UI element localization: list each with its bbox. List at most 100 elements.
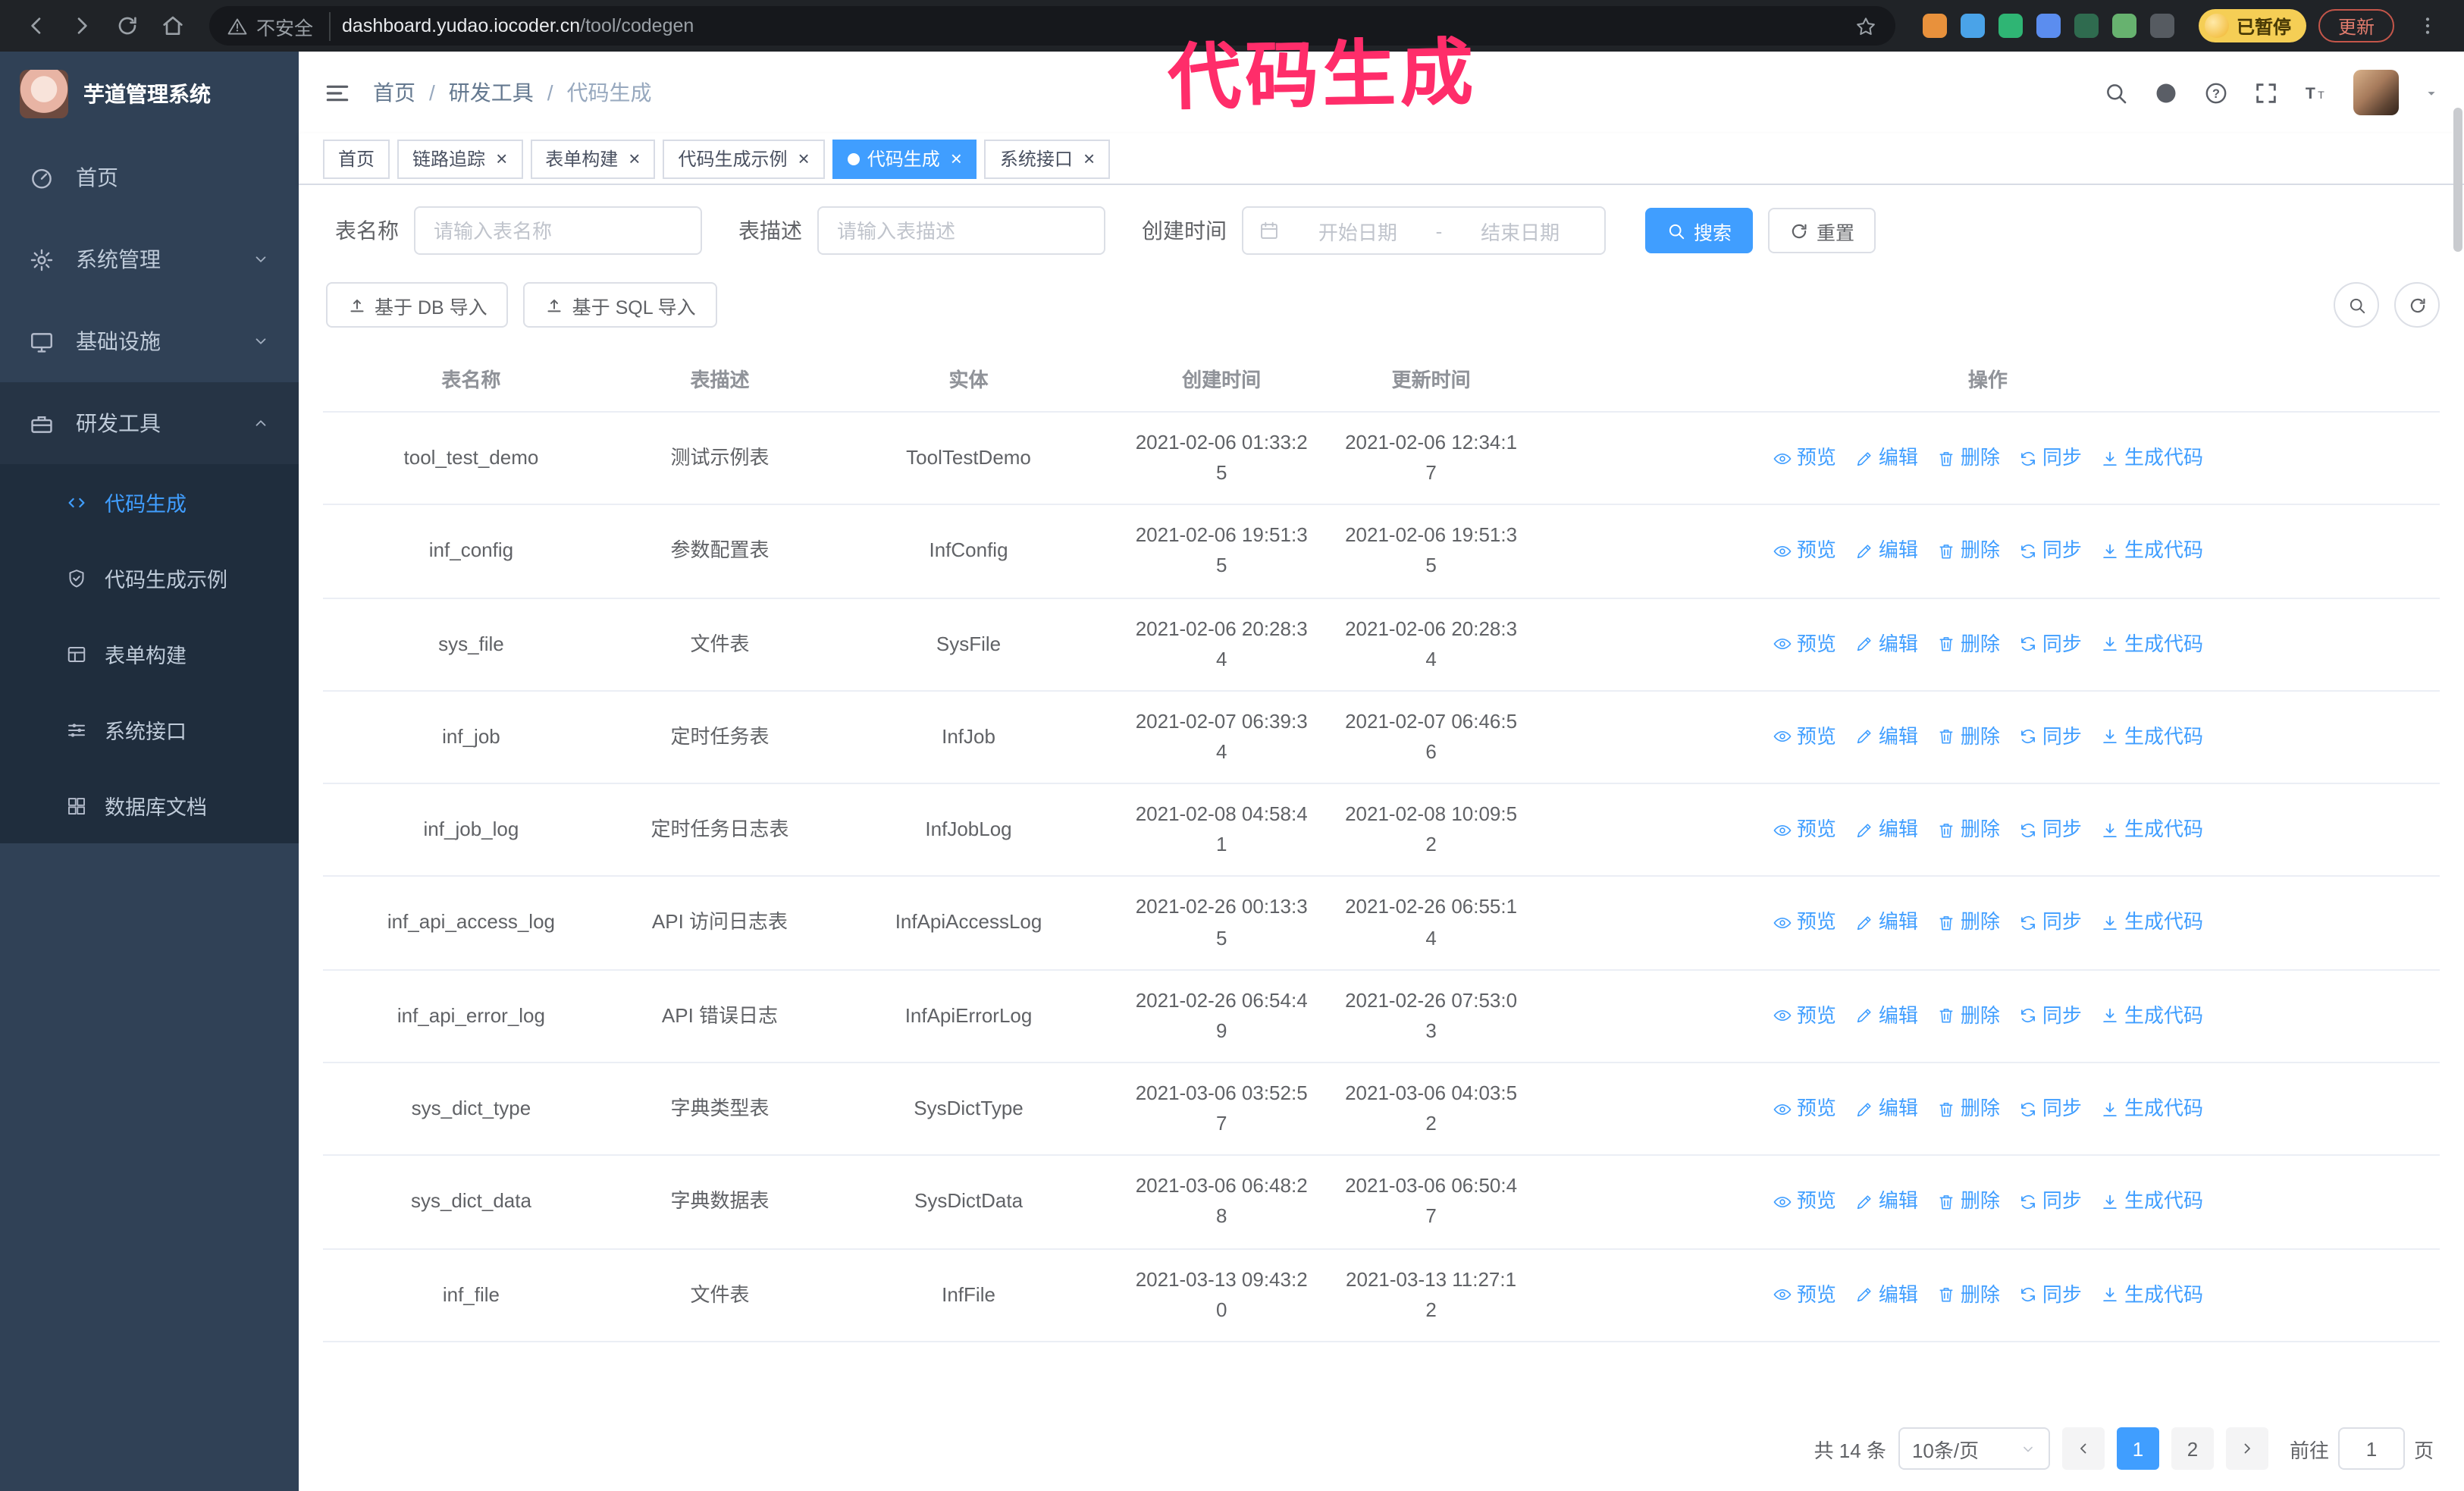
table-name-input[interactable] bbox=[414, 206, 702, 255]
sidebar-toggle-icon[interactable] bbox=[323, 78, 352, 107]
action-edit[interactable]: 编辑 bbox=[1854, 629, 1918, 659]
ext-dark-green-icon[interactable] bbox=[2074, 14, 2099, 38]
page-button-1[interactable]: 1 bbox=[2116, 1427, 2159, 1470]
ext-blue-drop-icon[interactable] bbox=[1960, 14, 1985, 38]
action-generate[interactable]: 生成代码 bbox=[2100, 722, 2203, 752]
user-avatar[interactable] bbox=[2353, 70, 2399, 115]
action-delete[interactable]: 删除 bbox=[1936, 629, 2000, 659]
refresh-table-button[interactable] bbox=[2394, 282, 2440, 328]
action-delete[interactable]: 删除 bbox=[1936, 722, 2000, 752]
tab-codegen[interactable]: 代码生成 × bbox=[832, 139, 977, 178]
page-size-select[interactable]: 10条/页 bbox=[1898, 1427, 2050, 1470]
action-sync[interactable]: 同步 bbox=[2018, 722, 2082, 752]
action-edit[interactable]: 编辑 bbox=[1854, 1001, 1918, 1031]
action-generate[interactable]: 生成代码 bbox=[2100, 1187, 2203, 1217]
breadcrumb-item[interactable]: 首页 bbox=[373, 77, 415, 108]
action-delete[interactable]: 删除 bbox=[1936, 1001, 2000, 1031]
prev-page-button[interactable] bbox=[2061, 1427, 2105, 1470]
ext-green-leaf-icon[interactable] bbox=[2111, 14, 2136, 38]
import-sql-button[interactable]: 基于 SQL 导入 bbox=[523, 282, 717, 328]
page-button-2[interactable]: 2 bbox=[2171, 1427, 2214, 1470]
action-sync[interactable]: 同步 bbox=[2018, 815, 2082, 845]
scrollbar-thumb[interactable] bbox=[2453, 108, 2462, 252]
action-delete[interactable]: 删除 bbox=[1936, 1094, 2000, 1124]
sidebar-item-home[interactable]: 首页 bbox=[0, 137, 299, 218]
browser-home-icon[interactable] bbox=[152, 5, 194, 47]
action-edit[interactable]: 编辑 bbox=[1854, 443, 1918, 473]
ext-puzzle-icon[interactable] bbox=[2149, 14, 2174, 38]
tab-home[interactable]: 首页 bbox=[323, 139, 390, 178]
action-sync[interactable]: 同步 bbox=[2018, 443, 2082, 473]
avatar-caret-icon[interactable] bbox=[2423, 84, 2440, 101]
browser-back-icon[interactable] bbox=[15, 5, 58, 47]
browser-reload-icon[interactable] bbox=[106, 5, 149, 47]
github-icon[interactable] bbox=[2153, 80, 2179, 105]
sidebar-item-form-build[interactable]: 表单构建 bbox=[0, 616, 299, 692]
action-preview[interactable]: 预览 bbox=[1773, 536, 1836, 567]
action-sync[interactable]: 同步 bbox=[2018, 1094, 2082, 1124]
action-delete[interactable]: 删除 bbox=[1936, 443, 2000, 473]
action-preview[interactable]: 预览 bbox=[1773, 1187, 1836, 1217]
create-time-range-picker[interactable]: 开始日期 - 结束日期 bbox=[1242, 206, 1606, 255]
address-bar[interactable]: 不安全 dashboard.yudao.iocoder.cn/tool/code… bbox=[209, 6, 1895, 46]
tab-close-icon[interactable]: × bbox=[951, 149, 962, 168]
action-edit[interactable]: 编辑 bbox=[1854, 722, 1918, 752]
sidebar-item-db-doc[interactable]: 数据库文档 bbox=[0, 767, 299, 843]
action-preview[interactable]: 预览 bbox=[1773, 722, 1836, 752]
action-edit[interactable]: 编辑 bbox=[1854, 1094, 1918, 1124]
bookmark-star-icon[interactable] bbox=[1854, 14, 1877, 37]
font-size-icon[interactable] bbox=[2303, 80, 2329, 105]
browser-update-button[interactable]: 更新 bbox=[2318, 9, 2394, 42]
action-sync[interactable]: 同步 bbox=[2018, 1187, 2082, 1217]
action-generate[interactable]: 生成代码 bbox=[2100, 1001, 2203, 1031]
action-generate[interactable]: 生成代码 bbox=[2100, 1279, 2203, 1310]
reset-button[interactable]: 重置 bbox=[1768, 208, 1876, 253]
toggle-search-button[interactable] bbox=[2334, 282, 2379, 328]
action-sync[interactable]: 同步 bbox=[2018, 1279, 2082, 1310]
action-delete[interactable]: 删除 bbox=[1936, 1187, 2000, 1217]
action-generate[interactable]: 生成代码 bbox=[2100, 443, 2203, 473]
browser-menu-icon[interactable] bbox=[2406, 5, 2449, 47]
action-preview[interactable]: 预览 bbox=[1773, 1001, 1836, 1031]
action-generate[interactable]: 生成代码 bbox=[2100, 1094, 2203, 1124]
ext-green-check-icon[interactable] bbox=[1998, 14, 2023, 38]
action-preview[interactable]: 预览 bbox=[1773, 1279, 1836, 1310]
fullscreen-icon[interactable] bbox=[2253, 80, 2279, 105]
action-sync[interactable]: 同步 bbox=[2018, 1001, 2082, 1031]
tab-tracer[interactable]: 链路追踪 × bbox=[397, 139, 523, 178]
tab-api[interactable]: 系统接口 × bbox=[984, 139, 1111, 178]
action-generate[interactable]: 生成代码 bbox=[2100, 629, 2203, 659]
tab-close-icon[interactable]: × bbox=[798, 149, 810, 168]
tab-close-icon[interactable]: × bbox=[496, 149, 507, 168]
action-preview[interactable]: 预览 bbox=[1773, 629, 1836, 659]
page-scrollbar[interactable] bbox=[2452, 103, 2464, 1491]
security-chip[interactable]: 不安全 bbox=[227, 11, 331, 40]
goto-page-input[interactable] bbox=[2337, 1427, 2405, 1470]
action-generate[interactable]: 生成代码 bbox=[2100, 815, 2203, 845]
search-button[interactable]: 搜索 bbox=[1645, 208, 1754, 253]
sidebar-item-infrastructure[interactable]: 基础设施 bbox=[0, 300, 299, 382]
action-preview[interactable]: 预览 bbox=[1773, 908, 1836, 938]
sidebar-item-system-manage[interactable]: 系统管理 bbox=[0, 218, 299, 300]
action-delete[interactable]: 删除 bbox=[1936, 815, 2000, 845]
sidebar-item-codegen[interactable]: 代码生成 bbox=[0, 464, 299, 540]
import-db-button[interactable]: 基于 DB 导入 bbox=[326, 282, 509, 328]
ext-blue-people-icon[interactable] bbox=[2036, 14, 2061, 38]
sidebar-item-api[interactable]: 系统接口 bbox=[0, 692, 299, 767]
header-search-icon[interactable] bbox=[2103, 80, 2129, 105]
app-logo[interactable]: 芋道管理系统 bbox=[0, 52, 299, 137]
action-edit[interactable]: 编辑 bbox=[1854, 1187, 1918, 1217]
action-edit[interactable]: 编辑 bbox=[1854, 1279, 1918, 1310]
tab-form-build[interactable]: 表单构建 × bbox=[530, 139, 656, 178]
action-generate[interactable]: 生成代码 bbox=[2100, 536, 2203, 567]
paused-badge[interactable]: 已暂停 bbox=[2198, 9, 2306, 42]
next-page-button[interactable] bbox=[2225, 1427, 2268, 1470]
action-delete[interactable]: 删除 bbox=[1936, 536, 2000, 567]
browser-forward-icon[interactable] bbox=[61, 5, 103, 47]
tab-close-icon[interactable]: × bbox=[1083, 149, 1095, 168]
action-generate[interactable]: 生成代码 bbox=[2100, 908, 2203, 938]
tab-close-icon[interactable]: × bbox=[629, 149, 640, 168]
action-edit[interactable]: 编辑 bbox=[1854, 815, 1918, 845]
action-sync[interactable]: 同步 bbox=[2018, 536, 2082, 567]
action-delete[interactable]: 删除 bbox=[1936, 908, 2000, 938]
